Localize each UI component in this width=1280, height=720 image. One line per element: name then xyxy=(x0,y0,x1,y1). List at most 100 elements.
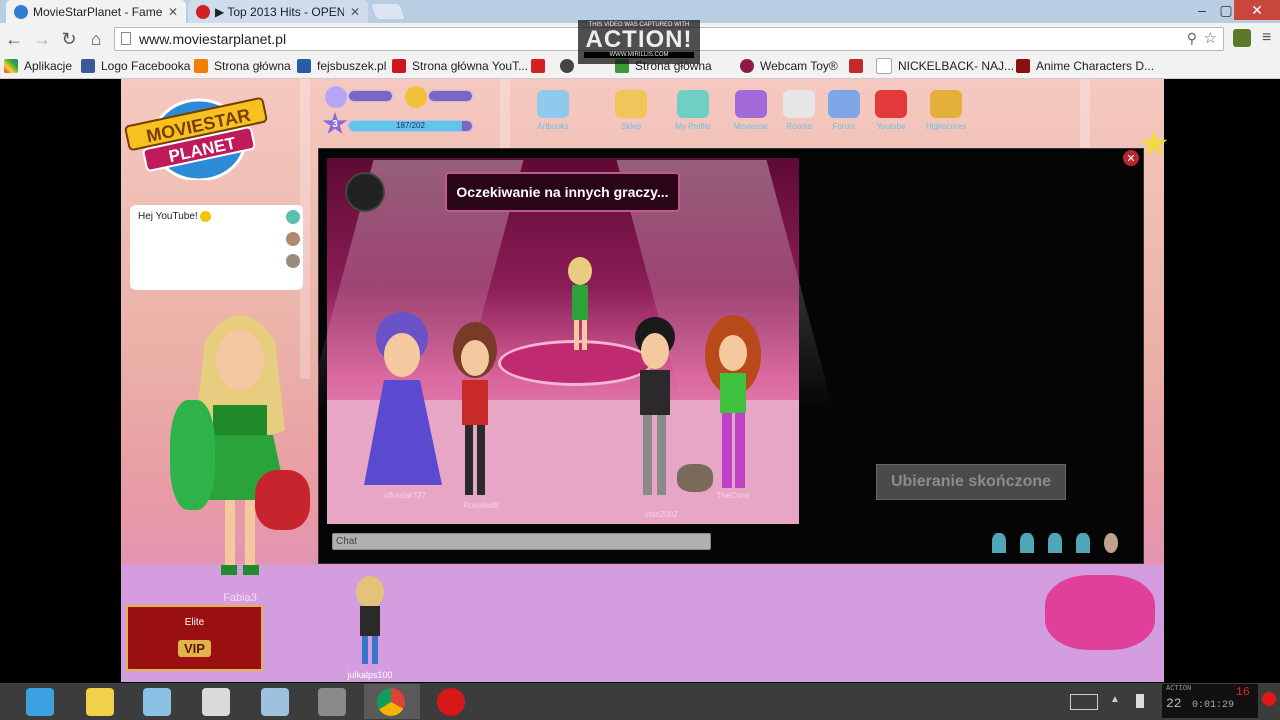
page-icon xyxy=(876,58,892,74)
coin-icon xyxy=(405,86,427,108)
bookmark-nickelback[interactable]: NICKELBACK- NAJ... xyxy=(876,57,1014,75)
face-expression-icon[interactable] xyxy=(1104,533,1118,553)
paint-icon[interactable] xyxy=(143,688,171,716)
new-tab-button[interactable] xyxy=(371,4,405,19)
chat-input[interactable] xyxy=(332,533,711,550)
clock-red-value: 16 xyxy=(1235,685,1250,699)
diamond-icon xyxy=(325,86,347,108)
chat-message: Hej YouTube! xyxy=(138,211,198,223)
contest-avatar-2[interactable] xyxy=(448,320,503,500)
clock-time: 0:01:29 xyxy=(1192,700,1235,711)
tool-icon[interactable] xyxy=(318,688,346,716)
friend-avatar-icon[interactable] xyxy=(286,254,300,268)
chrome-icon[interactable] xyxy=(377,688,405,716)
home-icon[interactable]: ⌂ xyxy=(86,29,106,49)
green-cushion xyxy=(170,400,215,510)
bookmark-webcam-toy[interactable]: Webcam Toy® xyxy=(740,57,838,75)
dance-icon[interactable] xyxy=(286,210,300,224)
moviestarplanet-logo[interactable]: MOVIESTAR PLANET xyxy=(124,92,269,180)
bookmark-music-icon[interactable] xyxy=(560,57,580,75)
extension-icon[interactable] xyxy=(1233,29,1251,47)
bookmark-fejsbuszek[interactable]: fejsbuszek.pl xyxy=(297,57,386,75)
clock-label: ACTION xyxy=(1166,685,1192,693)
reload-icon[interactable]: ↻ xyxy=(59,29,79,49)
player-name: Fabia3 xyxy=(223,592,257,604)
file-explorer-icon[interactable] xyxy=(26,688,54,716)
bookmark-apps[interactable]: Aplikacje xyxy=(4,57,72,75)
minimize-icon[interactable]: – xyxy=(1190,0,1214,20)
pose-icon[interactable] xyxy=(1048,533,1062,553)
bookmark-label: Strona główna xyxy=(214,59,291,73)
bookmark-label: Aplikacje xyxy=(24,59,73,73)
contest-avatar-1[interactable] xyxy=(360,310,445,490)
tab-moviestarplanet[interactable]: MovieStarPlanet - Fame, F ✕ xyxy=(6,0,186,23)
bookmark-label: NICKELBACK- NAJ... xyxy=(898,59,1015,73)
contest-avatar-4[interactable] xyxy=(702,315,764,495)
rooms-icon[interactable] xyxy=(783,90,815,118)
red-cushion xyxy=(255,470,310,530)
forum-icon[interactable] xyxy=(828,90,860,118)
bookmark-label: Anime Characters D... xyxy=(1036,59,1155,73)
bookmark-anime-characters[interactable]: Anime Characters D... xyxy=(1016,57,1154,75)
bookmark-facebook-logo[interactable]: Logo Facebooka xyxy=(81,57,190,75)
close-icon[interactable]: ✕ xyxy=(1123,150,1139,166)
forward-icon[interactable]: → xyxy=(32,29,52,49)
finish-dressing-button[interactable]: Ubieranie skończone xyxy=(876,464,1066,500)
pink-cushion xyxy=(1045,575,1155,650)
moviestar-icon[interactable] xyxy=(735,90,767,118)
close-icon[interactable]: ✕ xyxy=(162,5,178,19)
shop-icon[interactable] xyxy=(615,90,647,118)
pose-icon[interactable] xyxy=(992,533,1006,553)
menu-icon[interactable]: ≡ xyxy=(1262,29,1276,47)
countdown-timer xyxy=(345,172,385,212)
bookmark-youtube[interactable]: Strona główna YouT... xyxy=(392,57,528,75)
other-player-name: julkalps100 xyxy=(347,670,393,680)
record-icon[interactable] xyxy=(437,688,465,716)
page-icon xyxy=(121,32,131,45)
facebook-icon xyxy=(81,59,95,73)
app-icon[interactable] xyxy=(261,688,289,716)
pose-icon[interactable] xyxy=(1076,533,1090,553)
bookmark-pdf[interactable] xyxy=(849,57,869,75)
close-icon[interactable]: ✕ xyxy=(344,5,360,19)
smiley-icon xyxy=(200,211,212,222)
g-icon xyxy=(531,59,545,73)
apps-icon xyxy=(4,59,18,73)
tab-youtube[interactable]: ▶ Top 2013 Hits - OPEN.F ✕ xyxy=(188,0,368,23)
pose-icon[interactable] xyxy=(1020,533,1034,553)
friend-avatar-icon[interactable] xyxy=(286,232,300,246)
search-icon[interactable]: ⚲ xyxy=(1187,30,1197,47)
window-close-button[interactable]: ✕ xyxy=(1234,0,1280,20)
tray-arrow-icon[interactable]: ▲ xyxy=(1110,694,1120,705)
clock-fps: 22 xyxy=(1166,696,1182,711)
bookmark-red-icon[interactable] xyxy=(531,57,551,75)
xp-text: 187/202 xyxy=(396,121,425,130)
profile-icon[interactable] xyxy=(677,90,709,118)
trophy-icon[interactable] xyxy=(930,90,962,118)
bookmark-home-blogger[interactable]: Strona główna xyxy=(194,57,291,75)
url-text: www.moviestarplanet.pl xyxy=(139,31,287,47)
vip-label: VIP xyxy=(178,640,211,657)
bookmark-label: fejsbuszek.pl xyxy=(317,59,387,73)
vip-elite-label: Elite xyxy=(184,617,205,628)
back-icon[interactable]: ← xyxy=(4,29,24,49)
bookmark-label: Strona główna YouT... xyxy=(412,59,529,73)
keyboard-icon[interactable] xyxy=(1070,694,1098,710)
document-icon[interactable] xyxy=(202,688,230,716)
disc-icon xyxy=(560,59,574,73)
nav-label: Highscores xyxy=(925,122,966,131)
center-avatar[interactable] xyxy=(560,255,600,355)
other-avatar[interactable] xyxy=(345,574,395,669)
star-icon[interactable]: ☆ xyxy=(1204,29,1217,47)
folder-icon[interactable] xyxy=(86,688,114,716)
youtube-icon[interactable] xyxy=(875,90,907,118)
player-label: ofkastar737 xyxy=(384,491,426,500)
player-label: Rosalia88 xyxy=(463,501,499,510)
recording-watermark: THIS VIDEO WAS CAPTURED WITH ACTION! WWW… xyxy=(578,20,700,64)
battery-icon xyxy=(1136,694,1144,708)
blogger-icon xyxy=(194,59,208,73)
artbooks-icon[interactable] xyxy=(537,90,569,118)
elite-vip-badge[interactable]: Elite VIP xyxy=(126,605,263,671)
tab-title: MovieStarPlanet - Fame, F xyxy=(33,4,162,19)
contest-avatar-3[interactable] xyxy=(628,315,683,505)
